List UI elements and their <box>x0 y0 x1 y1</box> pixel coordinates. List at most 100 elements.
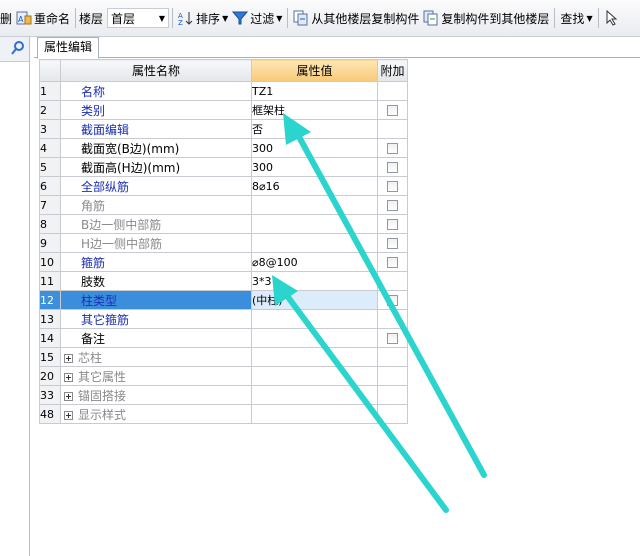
group-name[interactable]: 芯柱 <box>60 347 252 367</box>
chevron-down-icon: ▼ <box>586 13 593 23</box>
find-button[interactable]: 查找 ▼ <box>558 4 594 32</box>
attach-checkbox[interactable] <box>387 219 398 230</box>
property-value[interactable] <box>251 309 378 329</box>
property-value[interactable]: 否 <box>251 119 378 139</box>
delete-button[interactable]: 删 <box>0 4 14 32</box>
property-value[interactable]: ⌀8@100 <box>251 252 378 272</box>
row-number: 20 <box>39 366 61 386</box>
group-name[interactable]: 显示样式 <box>60 404 252 424</box>
attach-checkbox[interactable] <box>387 181 398 192</box>
name-column-header[interactable]: 属性名称 <box>60 59 252 82</box>
property-value[interactable]: TZ1 <box>251 81 378 101</box>
table-row[interactable]: 2 类别 框架柱 <box>39 100 408 120</box>
extra-column-header[interactable]: 附加 <box>377 59 408 82</box>
attach-checkbox[interactable] <box>387 257 398 268</box>
search-icon[interactable] <box>11 40 25 58</box>
property-name-text: 截面编辑 <box>81 122 130 137</box>
table-row[interactable]: 9 H边一侧中部筋 <box>39 233 408 253</box>
property-value[interactable]: (中柱) <box>251 290 378 310</box>
property-value[interactable] <box>251 233 378 253</box>
property-name[interactable]: 肢数 <box>60 271 252 291</box>
attach-checkbox[interactable] <box>387 238 398 249</box>
table-row[interactable]: 1 名称 TZ1 <box>39 81 408 101</box>
attach-cell <box>377 271 408 291</box>
group-row[interactable]: 33 锚固搭接 <box>39 385 408 405</box>
sort-icon: AZ <box>178 10 194 27</box>
rename-icon: A <box>16 10 32 26</box>
filter-icon <box>232 10 249 26</box>
table-row[interactable]: 13 其它箍筋 <box>39 309 408 329</box>
attach-checkbox[interactable] <box>387 333 398 344</box>
property-name[interactable]: 名称 <box>60 81 252 101</box>
table-row[interactable]: 10 箍筋 ⌀8@100 <box>39 252 408 272</box>
attach-checkbox[interactable] <box>387 143 398 154</box>
property-name[interactable]: 柱类型 <box>60 290 252 310</box>
property-name[interactable]: H边一侧中部筋 <box>60 233 252 253</box>
expand-icon[interactable] <box>64 372 73 382</box>
table-row[interactable]: 14 备注 <box>39 328 408 348</box>
floor-value: 首层 <box>111 11 136 26</box>
property-name[interactable]: 备注 <box>60 328 252 348</box>
property-value[interactable]: 框架柱 <box>251 100 378 120</box>
rename-button[interactable]: A 重命名 <box>14 4 72 32</box>
property-name[interactable]: B边一侧中部筋 <box>60 214 252 234</box>
table-row[interactable]: 3 截面编辑 否 <box>39 119 408 139</box>
table-row[interactable]: 8 B边一侧中部筋 <box>39 214 408 234</box>
group-row[interactable]: 48 显示样式 <box>39 404 408 424</box>
table-row[interactable]: 4 截面宽(B边)(mm) 300 <box>39 138 408 158</box>
expand-icon[interactable] <box>64 410 73 420</box>
copy-to-floor-button[interactable]: 复制构件到其他楼层 <box>421 4 551 32</box>
property-name[interactable]: 截面编辑 <box>60 119 252 139</box>
find-label: 查找 <box>560 11 585 26</box>
group-name[interactable]: 锚固搭接 <box>60 385 252 405</box>
property-value[interactable]: 300 <box>251 138 378 158</box>
table-row[interactable]: 5 截面高(H边)(mm) 300 <box>39 157 408 177</box>
value-column-header[interactable]: 属性值 <box>251 59 378 82</box>
table-row[interactable]: 7 角筋 <box>39 195 408 215</box>
attach-checkbox[interactable] <box>387 200 398 211</box>
row-number: 6 <box>39 176 61 196</box>
property-name[interactable]: 其它箍筋 <box>60 309 252 329</box>
group-name-text: 锚固搭接 <box>78 388 127 403</box>
group-row[interactable]: 15 芯柱 <box>39 347 408 367</box>
group-name[interactable]: 其它属性 <box>60 366 252 386</box>
property-value[interactable]: 8⌀16 <box>251 176 378 196</box>
group-row[interactable]: 20 其它属性 <box>39 366 408 386</box>
property-value <box>251 385 378 405</box>
table-row[interactable]: 11 肢数 3*3 <box>39 271 408 291</box>
copy-to-floor-icon <box>423 10 439 26</box>
filter-button[interactable]: 过滤 ▼ <box>230 4 284 32</box>
copy-to-floor-label: 复制构件到其他楼层 <box>441 11 550 26</box>
property-value[interactable]: 3*3 <box>251 271 378 291</box>
tab-property-edit[interactable]: 属性编辑 <box>37 37 100 59</box>
property-value[interactable] <box>251 214 378 234</box>
property-value[interactable] <box>251 328 378 348</box>
table-row[interactable]: 6 全部纵筋 8⌀16 <box>39 176 408 196</box>
attach-checkbox[interactable] <box>387 295 398 306</box>
property-name[interactable]: 箍筋 <box>60 252 252 272</box>
property-name[interactable]: 截面宽(B边)(mm) <box>60 138 252 158</box>
row-number: 3 <box>39 119 61 139</box>
attach-cell <box>377 81 408 101</box>
table-row[interactable]: 12 柱类型 (中柱) <box>39 290 408 310</box>
property-name[interactable]: 截面高(H边)(mm) <box>60 157 252 177</box>
expand-icon[interactable] <box>64 353 73 363</box>
floor-select[interactable]: 首层 ▼ <box>107 8 170 28</box>
attach-checkbox[interactable] <box>387 105 398 116</box>
property-value[interactable] <box>251 195 378 215</box>
overflow-button[interactable] <box>602 4 624 32</box>
copy-from-floor-button[interactable]: 从其他楼层复制构件 <box>291 4 421 32</box>
property-value[interactable]: 300 <box>251 157 378 177</box>
row-number-header <box>39 59 61 82</box>
expand-icon[interactable] <box>64 391 73 401</box>
property-name[interactable]: 全部纵筋 <box>60 176 252 196</box>
row-number: 9 <box>39 233 61 253</box>
sort-button[interactable]: AZ 排序 ▼ <box>176 4 230 32</box>
attach-cell <box>377 176 408 196</box>
attach-checkbox[interactable] <box>387 162 398 173</box>
property-name-text: 名称 <box>81 84 106 99</box>
property-name[interactable]: 类别 <box>60 100 252 120</box>
property-name[interactable]: 角筋 <box>60 195 252 215</box>
attach-cell <box>377 347 408 367</box>
delete-label: 删 <box>0 11 13 26</box>
